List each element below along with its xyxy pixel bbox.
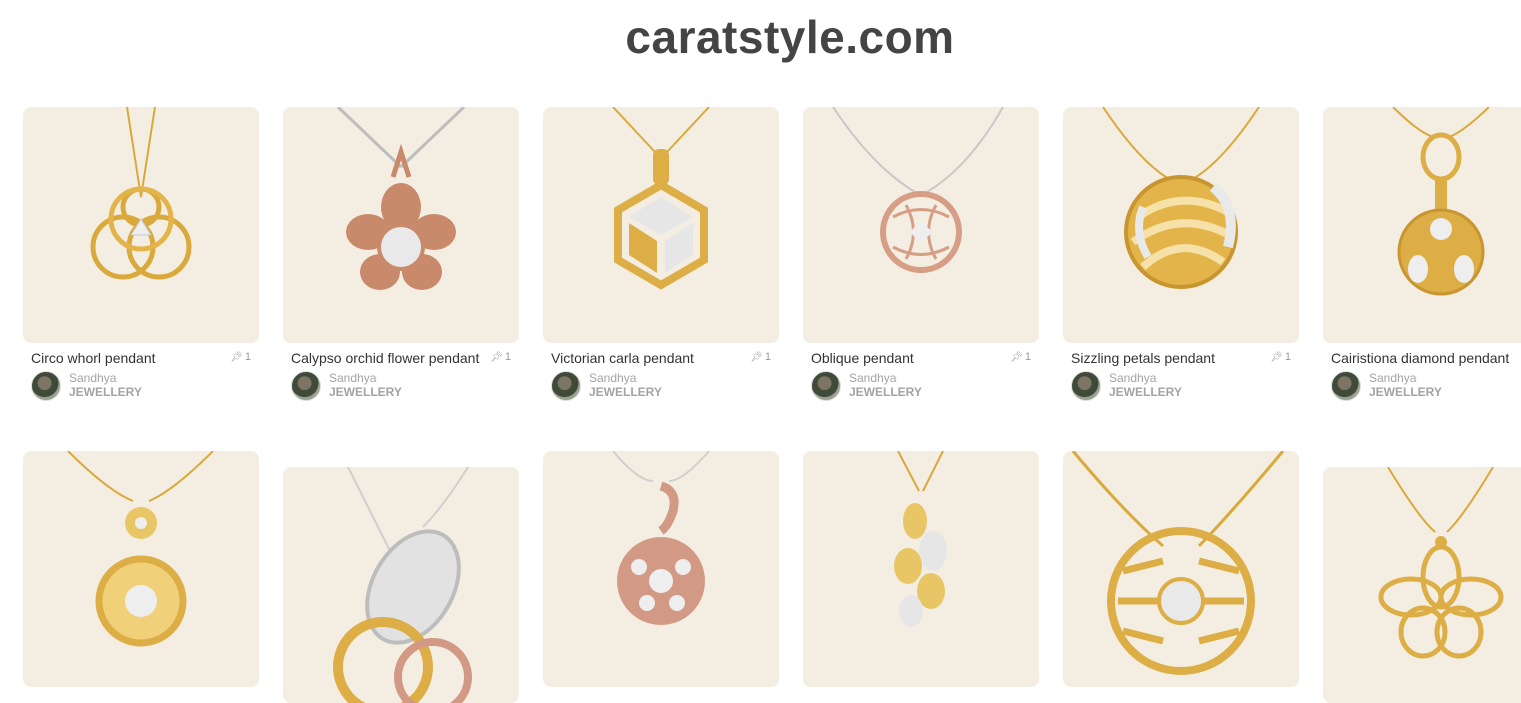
pin-card[interactable]: [283, 467, 519, 703]
repin-count-value: 1: [244, 351, 251, 363]
pendant-image: [1392, 107, 1490, 296]
pin-card[interactable]: [23, 451, 259, 687]
repin-count[interactable]: 📌︎ 1: [1270, 351, 1291, 363]
avatar[interactable]: [291, 371, 321, 401]
pinner[interactable]: Sandhya JEWELLERY: [811, 371, 1031, 401]
pendant-image: [612, 107, 710, 290]
pin-image[interactable]: [23, 451, 259, 687]
pin-card[interactable]: Calypso orchid flower pendant 📌︎ 1 Sandhy…: [283, 107, 519, 401]
repin-count-value: 1: [1024, 351, 1031, 363]
pin-icon: 📌︎: [750, 351, 763, 363]
pin-icon: 📌︎: [490, 351, 503, 363]
pin-icon: 📌︎: [1010, 351, 1023, 363]
pendant-image: [612, 451, 710, 625]
pin-image[interactable]: [1323, 467, 1521, 703]
repin-count[interactable]: 📌︎ 1: [230, 351, 251, 363]
board-name[interactable]: JEWELLERY: [1369, 385, 1442, 399]
pinner-name[interactable]: Sandhya: [1369, 371, 1442, 385]
pin-title[interactable]: Oblique pendant: [811, 350, 1031, 366]
pin-image[interactable]: [543, 451, 779, 687]
pin-title[interactable]: Sizzling petals pendant: [1071, 350, 1291, 366]
pendant-image: [1102, 107, 1260, 289]
pin-card[interactable]: [543, 451, 779, 687]
pin-icon: 📌︎: [230, 351, 243, 363]
pin-title[interactable]: Victorian carla pendant: [551, 350, 771, 366]
avatar[interactable]: [1331, 371, 1361, 401]
pin-card[interactable]: Sizzling petals pendant 📌︎ 1 Sandhya JEWE…: [1063, 107, 1299, 401]
pin-card[interactable]: [1323, 467, 1521, 703]
pin-image[interactable]: [543, 107, 779, 343]
pinner-name[interactable]: Sandhya: [849, 371, 922, 385]
pin-image[interactable]: [803, 107, 1039, 343]
pin-image[interactable]: [23, 107, 259, 343]
repin-count[interactable]: 📌︎ 1: [750, 351, 771, 363]
repin-count-value: 1: [504, 351, 511, 363]
pin-title[interactable]: Calypso orchid flower pendant: [291, 350, 511, 366]
board-name[interactable]: JEWELLERY: [329, 385, 402, 399]
pinner-name[interactable]: Sandhya: [589, 371, 662, 385]
pendant-image: [333, 467, 472, 703]
pendant-image: [90, 107, 192, 280]
avatar[interactable]: [551, 371, 581, 401]
pendant-image: [1071, 451, 1285, 675]
pendant-image: [894, 451, 947, 627]
board-name[interactable]: JEWELLERY: [1109, 385, 1182, 399]
pinner-name[interactable]: Sandhya: [1109, 371, 1182, 385]
avatar[interactable]: [31, 371, 61, 401]
pin-image[interactable]: [1323, 107, 1521, 343]
pin-card[interactable]: [1063, 451, 1299, 687]
pinner[interactable]: Sandhya JEWELLERY: [291, 371, 511, 401]
pin-title[interactable]: Circo whorl pendant: [31, 350, 251, 366]
pendant-image: [67, 451, 214, 647]
pin-title[interactable]: Cairistiona diamond pendant: [1331, 350, 1521, 366]
repin-count[interactable]: 📌︎ 1: [1010, 351, 1031, 363]
pin-image[interactable]: [1063, 451, 1299, 687]
pin-card[interactable]: Oblique pendant 📌︎ 1 Sandhya JEWELLERY: [803, 107, 1039, 401]
pendant-image: [1378, 467, 1504, 659]
pinner[interactable]: Sandhya JEWELLERY: [1331, 371, 1521, 401]
avatar[interactable]: [1071, 371, 1101, 401]
pinner[interactable]: Sandhya JEWELLERY: [1071, 371, 1291, 401]
pin-image[interactable]: [1063, 107, 1299, 343]
avatar[interactable]: [811, 371, 841, 401]
repin-count-value: 1: [1284, 351, 1291, 363]
pinner[interactable]: Sandhya JEWELLERY: [31, 371, 251, 401]
repin-count-value: 1: [764, 351, 771, 363]
pin-image[interactable]: [283, 107, 519, 343]
pin-card[interactable]: Cairistiona diamond pendant Sandhya JEWE…: [1323, 107, 1521, 401]
site-title[interactable]: caratstyle.com: [0, 10, 1521, 64]
board-name[interactable]: JEWELLERY: [589, 385, 662, 399]
pinner[interactable]: Sandhya JEWELLERY: [551, 371, 771, 401]
pendant-image: [336, 107, 466, 290]
board-name[interactable]: JEWELLERY: [69, 385, 142, 399]
pendant-image: [832, 107, 1004, 273]
pin-card[interactable]: [803, 451, 1039, 687]
pin-card[interactable]: Circo whorl pendant 📌︎ 1 Sandhya JEWELLER…: [23, 107, 259, 401]
pinner-name[interactable]: Sandhya: [329, 371, 402, 385]
pin-image[interactable]: [283, 467, 519, 703]
pin-icon: 📌︎: [1270, 351, 1283, 363]
repin-count[interactable]: 📌︎ 1: [490, 351, 511, 363]
pin-image[interactable]: [803, 451, 1039, 687]
board-name[interactable]: JEWELLERY: [849, 385, 922, 399]
pin-card[interactable]: Victorian carla pendant 📌︎ 1 Sandhya JEWE…: [543, 107, 779, 401]
pinner-name[interactable]: Sandhya: [69, 371, 142, 385]
